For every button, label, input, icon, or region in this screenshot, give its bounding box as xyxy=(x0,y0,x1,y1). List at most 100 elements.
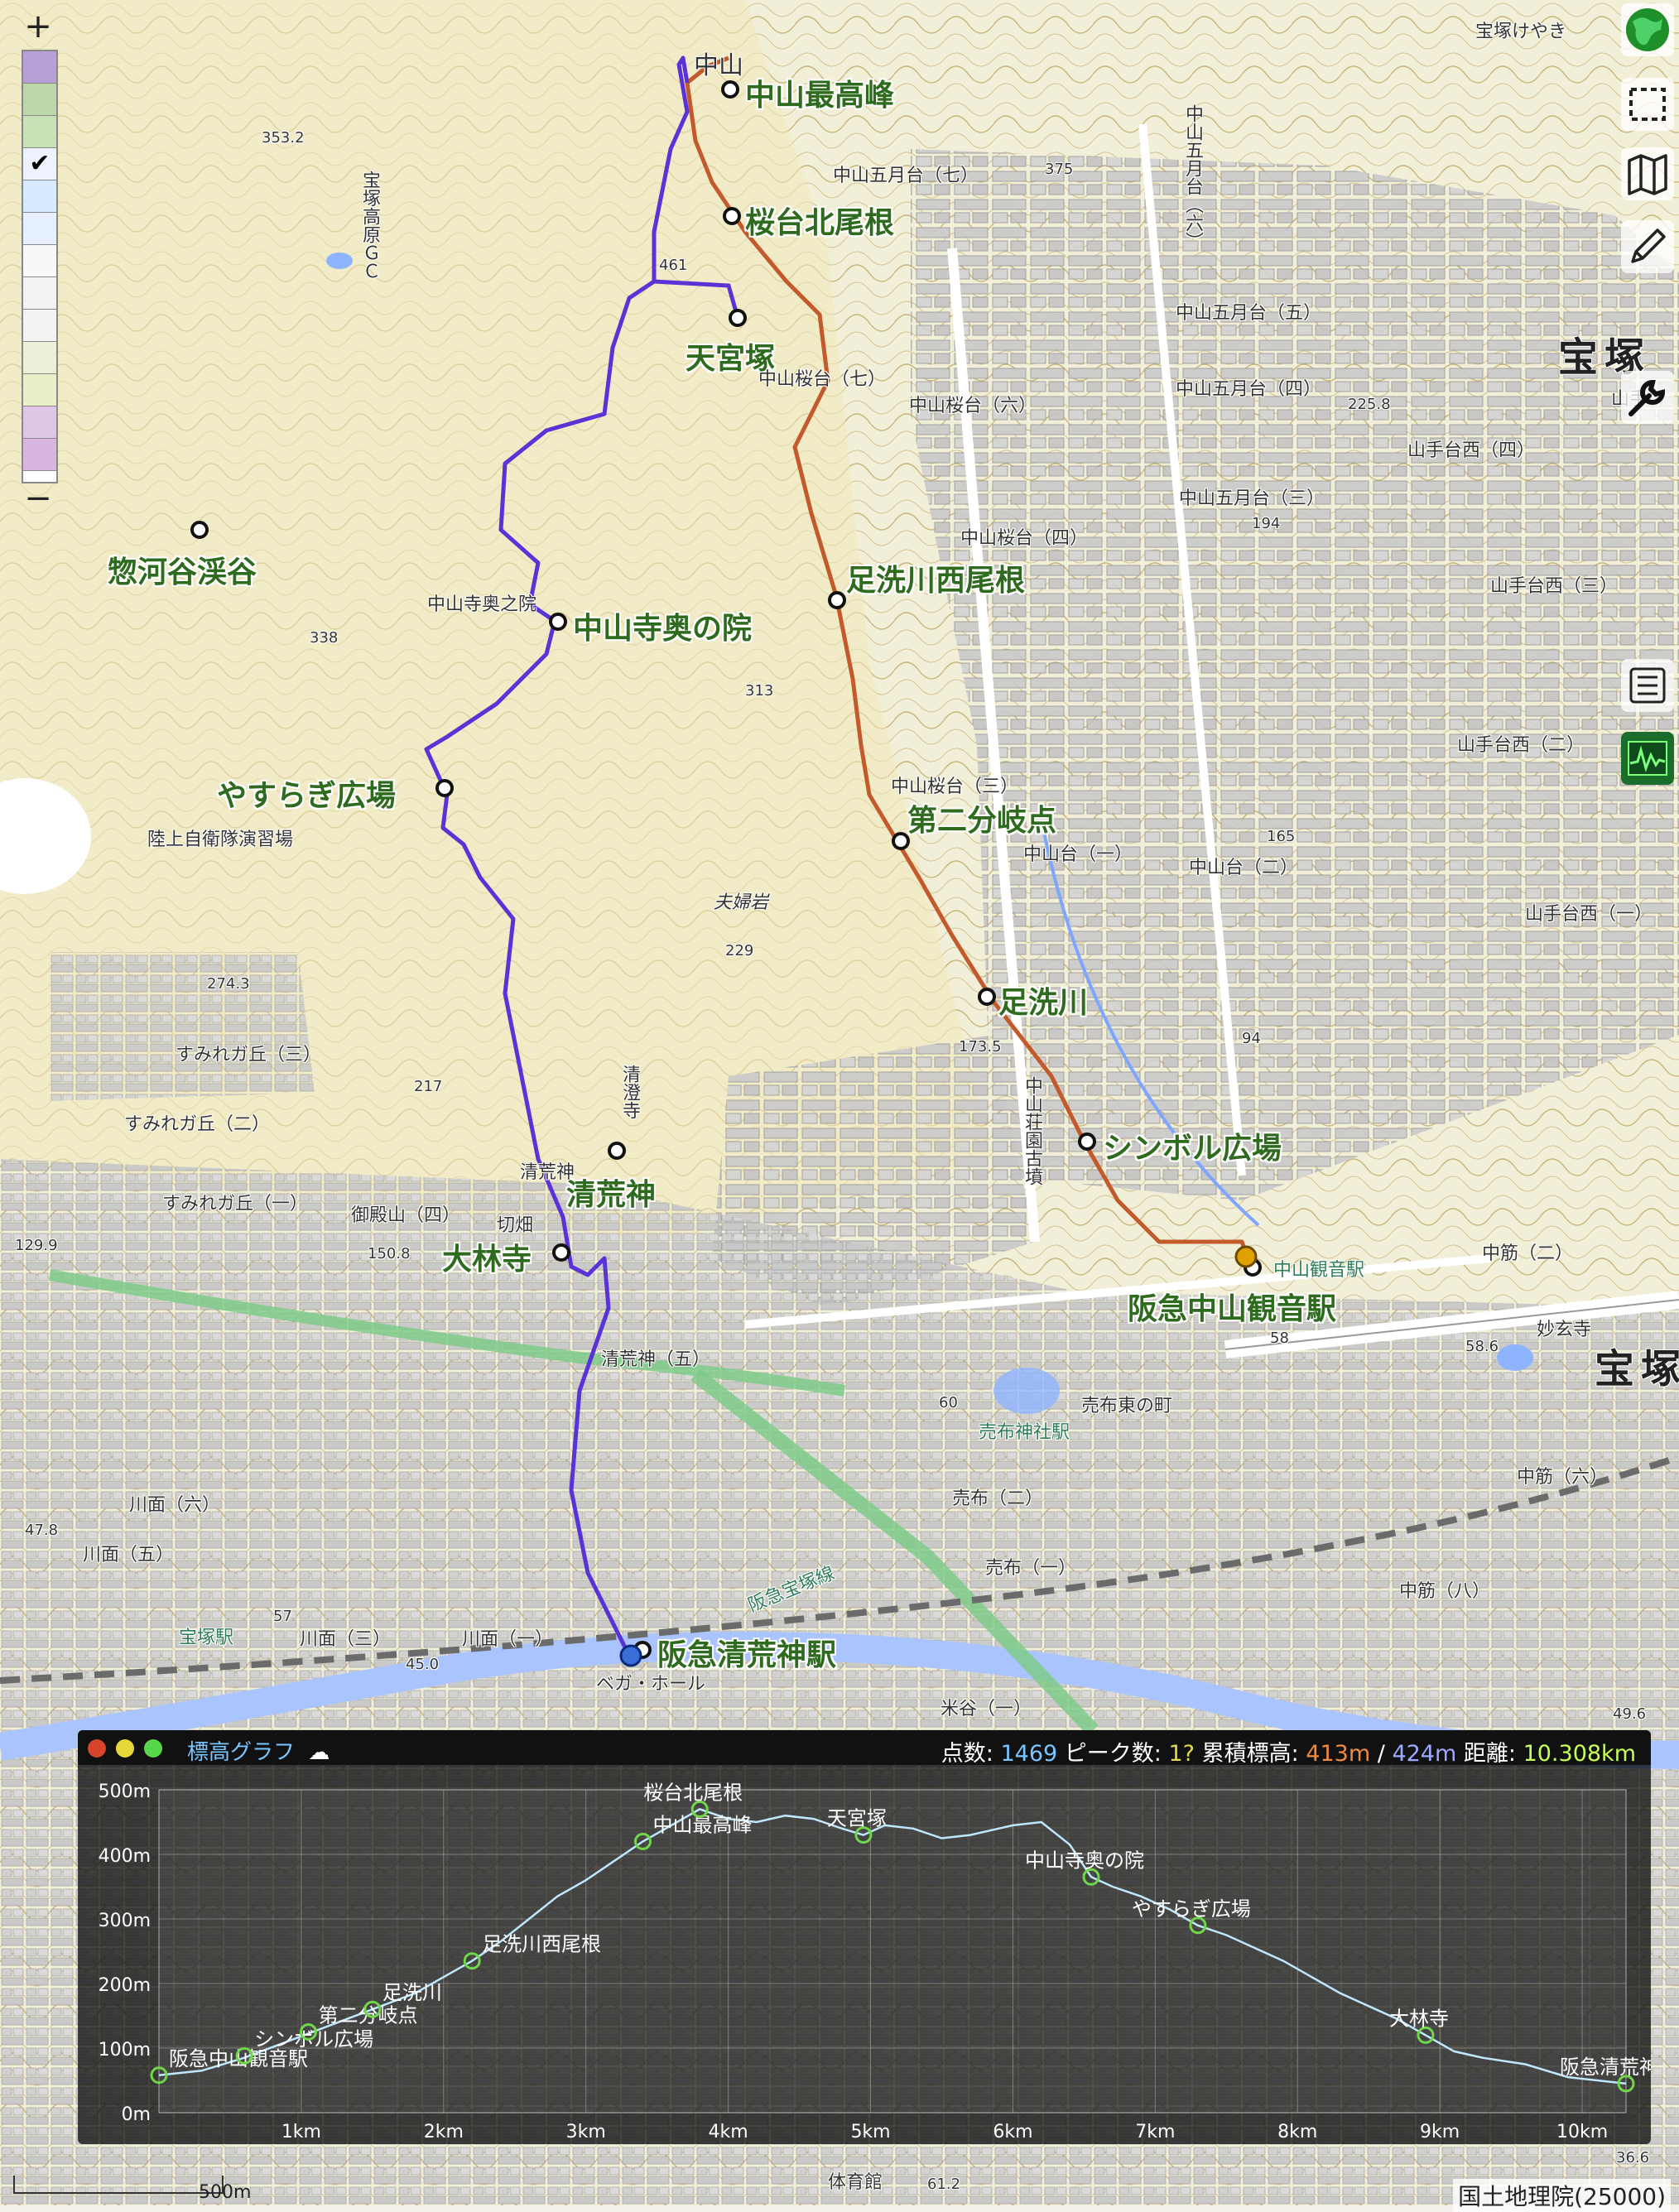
spot-height: 461 xyxy=(659,257,688,274)
waypoint-label-kiyoshikojin[interactable]: 清荒神 xyxy=(566,1171,656,1214)
y-tick-label: 400m xyxy=(99,1846,151,1867)
globe-button[interactable] xyxy=(1621,3,1674,56)
place-label: 御殿山（四） xyxy=(351,1205,461,1226)
y-tick-label: 500m xyxy=(99,1782,151,1802)
folded-map-icon xyxy=(1628,154,1667,195)
place-label: 宝塚けやき xyxy=(1475,22,1567,42)
minimize-dot[interactable] xyxy=(116,1739,134,1758)
elevation-graph-panel[interactable]: 標高グラフ ☁ 点数: 1469 ピーク数: 1? 累積標高: 413m / 4… xyxy=(78,1730,1651,2144)
place-label-takarazuka-east: 宝塚 xyxy=(1595,1346,1679,1392)
place-label: 清澄寺 xyxy=(619,1065,640,1119)
place-label: 川面（三） xyxy=(300,1629,392,1650)
waypoint-label-nakayama-kannon-station[interactable]: 阪急中山観音駅 xyxy=(1128,1285,1336,1328)
place-label: 妙玄寺 xyxy=(1537,1320,1592,1340)
spot-height: 45.0 xyxy=(406,1656,440,1673)
elevation-chart[interactable]: 500m 400m 300m 200m 100m 0m 1km 2km 3km 4km 5km 6km… xyxy=(78,1765,1651,2144)
place-label: 宝塚高原ＧＣ xyxy=(359,171,380,280)
loss-value: 424m xyxy=(1392,1741,1457,1767)
checkmark-icon[interactable]: ✔ xyxy=(23,148,56,180)
maximize-dot[interactable] xyxy=(144,1739,162,1758)
x-tick-label: 9km xyxy=(1420,2122,1460,2142)
list-button[interactable] xyxy=(1621,659,1674,712)
x-tick-label: 6km xyxy=(993,2122,1032,2142)
pencil-icon xyxy=(1631,228,1666,263)
place-label: 中山寺奥之院 xyxy=(427,594,537,615)
spot-height: 165 xyxy=(1267,828,1296,845)
place-label: 体育館 xyxy=(828,2172,883,2193)
place-label: ベガ・ホール xyxy=(596,1674,706,1695)
layer-opacity-slider[interactable]: ✔ xyxy=(22,50,58,483)
place-label: 山手台西（四） xyxy=(1407,440,1536,461)
spot-height: 57 xyxy=(273,1608,292,1625)
x-tick-label: 10km xyxy=(1556,2122,1608,2142)
points-label: 点数: xyxy=(941,1741,993,1767)
zoom-in-button[interactable]: + xyxy=(17,8,60,45)
waypoint-label-dairinji[interactable]: 大林寺 xyxy=(442,1235,532,1278)
list-icon xyxy=(1629,667,1666,704)
waypoint-label-second-junction[interactable]: 第二分岐点 xyxy=(907,796,1056,839)
waypoint-label-summit[interactable]: 中山最高峰 xyxy=(745,71,894,114)
place-label: 中山五月台（六） xyxy=(1182,104,1203,250)
tools-button[interactable] xyxy=(1621,371,1674,424)
cloud-upload-icon[interactable]: ☁ xyxy=(308,1740,330,1765)
place-label: 山手台西（一） xyxy=(1525,904,1653,925)
distance-label: 距離: xyxy=(1463,1741,1516,1767)
waypoint-label-yasuragi-hiroba[interactable]: やすらぎ広場 xyxy=(217,772,396,815)
waypoint-label-okunoin[interactable]: 中山寺奥の院 xyxy=(573,604,752,647)
place-label: 中山桜台（四） xyxy=(960,528,1089,549)
spot-height: 173.5 xyxy=(959,1038,1002,1056)
spot-height: 217 xyxy=(414,1078,443,1095)
zoom-out-button[interactable]: − xyxy=(17,480,60,517)
close-dot[interactable] xyxy=(88,1739,106,1758)
waypoint-annotation: 中山寺奥の院 xyxy=(1025,1849,1144,1872)
place-label: 山手台西（二） xyxy=(1457,735,1585,756)
place-label: 中山五月台（五） xyxy=(1176,303,1322,324)
graph-title-text: 標高グラフ xyxy=(187,1740,296,1765)
place-label: 売布（一） xyxy=(985,1558,1077,1579)
elevation-graph-header[interactable]: 標高グラフ ☁ 点数: 1469 ピーク数: 1? 累積標高: 413m / 4… xyxy=(78,1730,1651,1767)
waypoint-annotation: 足洗川 xyxy=(382,1981,442,2004)
place-label: 中山 xyxy=(694,51,743,80)
place-label: 中筋（八） xyxy=(1399,1581,1491,1602)
place-label: 川面（一） xyxy=(462,1629,554,1650)
waypoint-label-ashiaraigawa[interactable]: 足洗川 xyxy=(998,979,1088,1022)
place-label: 売布神社駅 xyxy=(979,1422,1070,1443)
gain-loss-separator: / xyxy=(1377,1741,1385,1767)
x-tick-label: 1km xyxy=(281,2122,321,2142)
place-label: 中山五月台（七） xyxy=(833,166,979,186)
select-area-button[interactable] xyxy=(1621,78,1674,131)
elevation-stats: 点数: 1469 ピーク数: 1? 累積標高: 413m / 424m 距離: … xyxy=(941,1735,1636,1767)
x-tick-label: 7km xyxy=(1135,2122,1175,2142)
spot-height: 129.9 xyxy=(15,1237,58,1254)
spot-height: 353.2 xyxy=(262,129,305,147)
place-label: すみれガ丘（二） xyxy=(124,1114,271,1135)
gain-label: 累積標高: xyxy=(1201,1741,1299,1767)
elevation-graph-button[interactable] xyxy=(1621,732,1674,785)
waypoint-label-sogo-valley[interactable]: 惣河谷渓谷 xyxy=(108,548,257,591)
spot-height: 375 xyxy=(1045,161,1074,178)
draw-button[interactable] xyxy=(1621,220,1674,273)
place-label: 中山台（二） xyxy=(1189,858,1299,878)
place-label: 清荒神 xyxy=(520,1162,575,1183)
globe-icon xyxy=(1626,8,1669,51)
y-tick-label: 100m xyxy=(99,2040,151,2061)
place-label: 中山桜台（六） xyxy=(909,396,1037,416)
x-tick-label: 5km xyxy=(850,2122,890,2142)
place-label: 川面（六） xyxy=(129,1495,221,1516)
waypoint-label-ashiaraigawa-west-ridge[interactable]: 足洗川西尾根 xyxy=(846,556,1025,599)
place-label: 清荒神（五） xyxy=(601,1349,711,1370)
map-attribution[interactable]: 国土地理院(25000) xyxy=(1453,2179,1671,2212)
waypoint-label-symbol-hiroba[interactable]: シンボル広場 xyxy=(1103,1124,1282,1167)
place-label: 宝塚駅 xyxy=(179,1628,234,1648)
peaks-value: 1? xyxy=(1168,1741,1195,1767)
place-label: 売布（二） xyxy=(952,1488,1044,1509)
map-button[interactable] xyxy=(1621,147,1674,200)
plot-area xyxy=(158,1789,1627,2113)
spot-height: 274.3 xyxy=(207,975,250,993)
spot-height: 58.6 xyxy=(1465,1338,1499,1355)
spot-height: 58 xyxy=(1270,1330,1289,1347)
y-tick-label: 0m xyxy=(122,2104,151,2125)
elevation-graph-icon xyxy=(1628,741,1667,776)
waypoint-label-sakuradai-ridge[interactable]: 桜台北尾根 xyxy=(745,199,894,242)
waypoint-label-kiyoshikojin-station[interactable]: 阪急清荒神駅 xyxy=(657,1631,836,1674)
